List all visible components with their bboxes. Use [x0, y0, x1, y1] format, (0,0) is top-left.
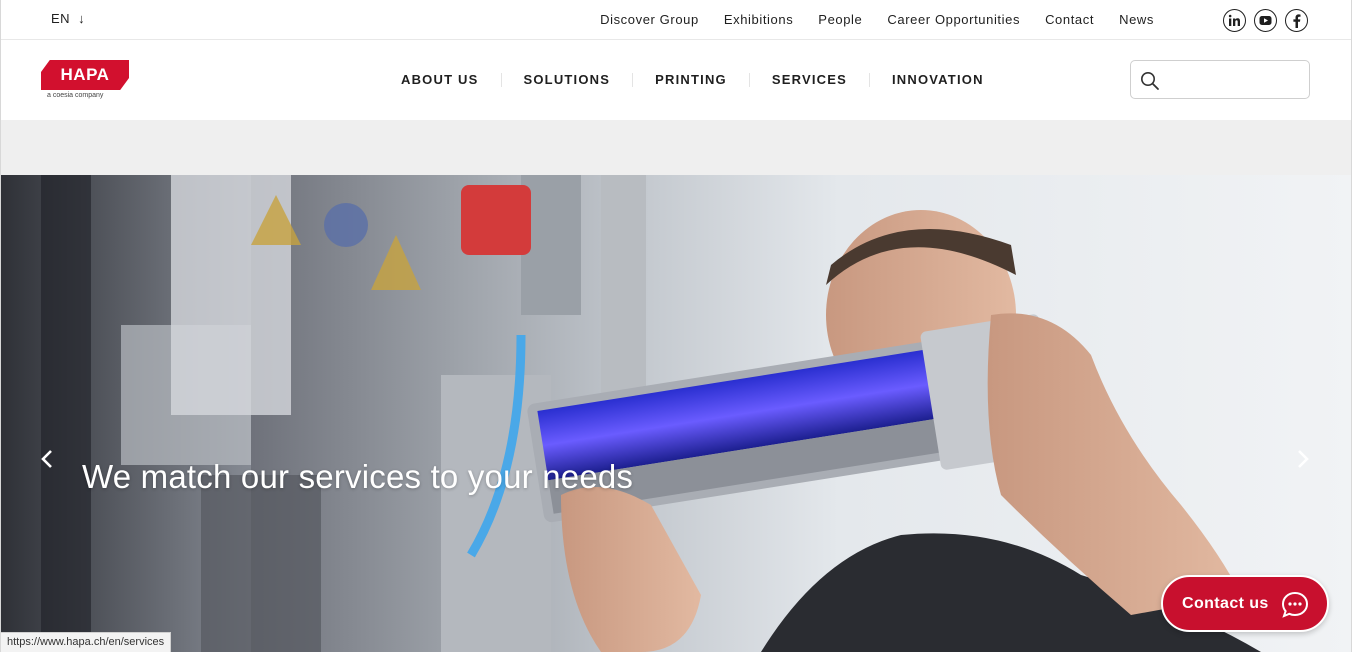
- toplink-contact[interactable]: Contact: [1045, 12, 1094, 27]
- toplink-news[interactable]: News: [1119, 12, 1154, 27]
- page: EN ↓ Discover Group Exhibitions People C…: [0, 0, 1352, 652]
- carousel-next-button[interactable]: [1289, 445, 1317, 473]
- arrow-down-icon: ↓: [78, 11, 86, 26]
- top-utility-bar: EN ↓ Discover Group Exhibitions People C…: [1, 0, 1351, 40]
- top-links: Discover Group Exhibitions People Career…: [600, 12, 1154, 27]
- status-bar-url: https://www.hapa.ch/en/services: [1, 632, 172, 652]
- social-links: [1223, 9, 1308, 32]
- toplink-career-opportunities[interactable]: Career Opportunities: [887, 12, 1020, 27]
- main-navigation: ABOUT US SOLUTIONS PRINTING SERVICES INN…: [379, 72, 1006, 87]
- toplink-people[interactable]: People: [818, 12, 862, 27]
- linkedin-icon[interactable]: [1223, 9, 1246, 32]
- youtube-icon[interactable]: [1254, 9, 1277, 32]
- search-box[interactable]: [1130, 60, 1310, 99]
- nav-item-printing[interactable]: PRINTING: [633, 72, 749, 87]
- toplink-discover-group[interactable]: Discover Group: [600, 12, 699, 27]
- chevron-right-icon: [1298, 450, 1309, 468]
- toplink-exhibitions[interactable]: Exhibitions: [724, 12, 793, 27]
- breadcrumb-band: [1, 120, 1351, 175]
- nav-item-about-us[interactable]: ABOUT US: [379, 72, 501, 87]
- facebook-icon[interactable]: [1285, 9, 1308, 32]
- hero-title: We match our services to your needs: [82, 458, 634, 495]
- language-selector[interactable]: EN ↓: [51, 11, 85, 26]
- language-label: EN: [51, 11, 71, 26]
- main-header: HAPA a coesia company ABOUT US SOLUTIONS…: [1, 40, 1351, 120]
- chevron-left-icon: [41, 450, 52, 468]
- contact-us-button[interactable]: Contact us: [1161, 575, 1329, 632]
- carousel-prev-button[interactable]: [33, 445, 61, 473]
- chat-bubble-icon: [1281, 591, 1309, 623]
- nav-item-services[interactable]: SERVICES: [750, 72, 869, 87]
- nav-item-innovation[interactable]: INNOVATION: [870, 72, 1006, 87]
- hero-image: [1, 175, 1261, 652]
- logo-wordmark: HAPA: [41, 60, 129, 90]
- hapa-logo[interactable]: HAPA a coesia company: [41, 60, 131, 102]
- nav-item-solutions[interactable]: SOLUTIONS: [502, 72, 633, 87]
- search-icon[interactable]: [1140, 71, 1160, 96]
- search-input[interactable]: [1167, 67, 1303, 93]
- contact-us-label: Contact us: [1182, 594, 1269, 612]
- hero-banner: We match our services to your needs: [1, 175, 1351, 652]
- logo-tagline: a coesia company: [47, 92, 104, 99]
